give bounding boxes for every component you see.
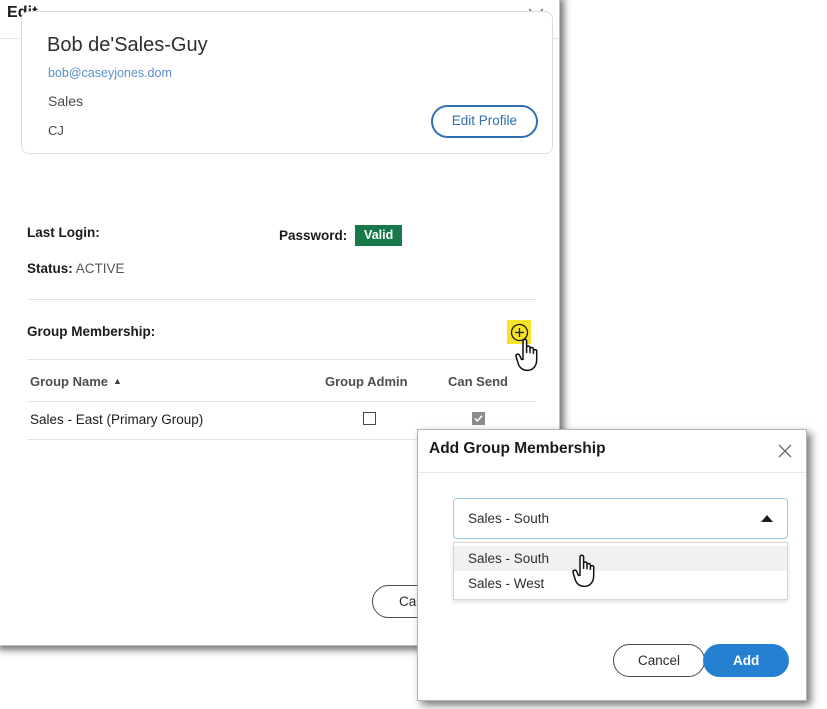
last-login-label: Last Login: xyxy=(27,225,100,240)
status-label: Status: xyxy=(27,261,73,276)
password-row: Password: Valid xyxy=(279,225,402,246)
profile-department: Sales xyxy=(48,93,83,109)
edit-profile-button[interactable]: Edit Profile xyxy=(431,105,538,138)
checkbox-group-admin[interactable] xyxy=(363,412,376,425)
add-group-add-button[interactable]: Add xyxy=(703,644,789,677)
profile-email-link[interactable]: bob@caseyjones.dom xyxy=(48,66,172,80)
add-group-membership-modal: Add Group Membership Sales - South Sales… xyxy=(417,429,807,701)
chevron-up-icon xyxy=(761,515,773,522)
group-option-sales-south[interactable]: Sales - South xyxy=(454,546,787,571)
divider xyxy=(27,359,536,360)
add-group-cancel-button[interactable]: Cancel xyxy=(613,644,705,677)
column-header-group-admin[interactable]: Group Admin xyxy=(325,374,408,389)
password-label: Password: xyxy=(279,228,347,243)
column-header-group-name-label: Group Name xyxy=(30,374,108,389)
group-membership-label: Group Membership: xyxy=(27,324,155,339)
add-group-modal-header: Add Group Membership xyxy=(418,430,806,473)
divider xyxy=(27,401,536,402)
status-value: ACTIVE xyxy=(76,261,125,276)
profile-name: Bob de'Sales-Guy xyxy=(47,34,208,57)
divider xyxy=(27,299,536,300)
profile-initials: CJ xyxy=(48,123,64,138)
group-option-sales-west[interactable]: Sales - West xyxy=(454,571,787,596)
sort-ascending-icon: ▲ xyxy=(113,376,122,386)
password-status-badge: Valid xyxy=(355,225,402,246)
profile-card: Bob de'Sales-Guy bob@caseyjones.dom Sale… xyxy=(21,11,553,154)
column-header-can-send[interactable]: Can Send xyxy=(448,374,508,389)
status-row: Status: ACTIVE xyxy=(27,261,125,276)
column-header-group-name[interactable]: Group Name ▲ xyxy=(30,374,122,389)
table-row-group-name: Sales - East (Primary Group) xyxy=(30,412,203,427)
circle-plus-icon[interactable] xyxy=(507,320,531,344)
checkbox-can-send[interactable] xyxy=(472,412,485,425)
group-select-value: Sales - South xyxy=(468,511,549,526)
add-group-modal-title: Add Group Membership xyxy=(429,440,606,458)
group-select-options-list: Sales - South Sales - West xyxy=(453,542,788,600)
close-icon[interactable] xyxy=(775,441,795,461)
group-select-dropdown[interactable]: Sales - South xyxy=(453,498,788,539)
screen: Edit Bob de'Sales-Guy bob@caseyjones.dom… xyxy=(0,0,827,709)
last-login-row: Last Login: xyxy=(27,225,100,240)
